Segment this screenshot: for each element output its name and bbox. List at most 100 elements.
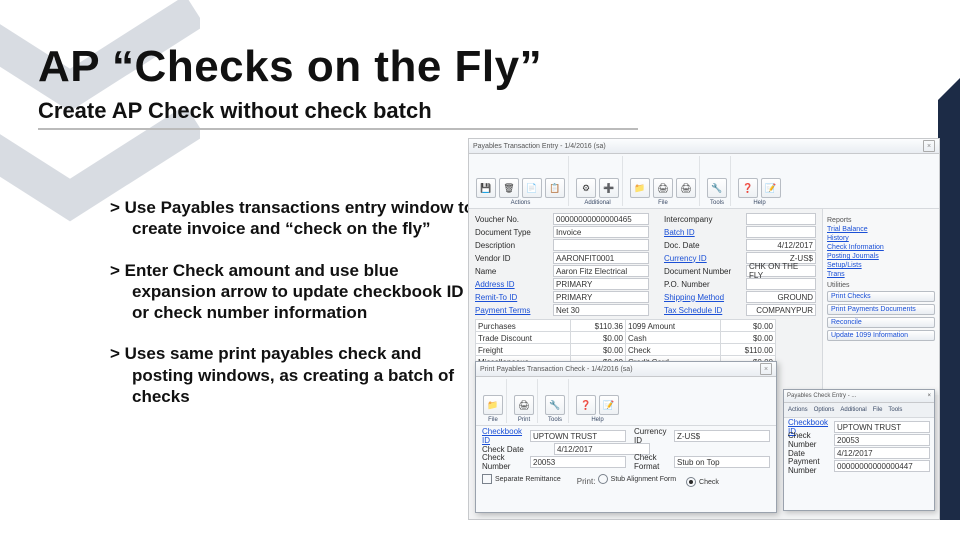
field-value[interactable]: Stub on Top bbox=[674, 456, 770, 468]
dialog-ribbon: 📁 File 🖨 Print 🔧Tools❓📝Help bbox=[476, 377, 776, 426]
print-icon[interactable]: 🖨 bbox=[653, 178, 673, 198]
mini-title: Payables Check Entry - ... bbox=[787, 393, 856, 399]
ribbon-group-label: Help bbox=[753, 200, 765, 206]
ribbon-group: ❓📝Help bbox=[573, 379, 622, 423]
form-row: Document TypeInvoiceBatch ID bbox=[475, 226, 816, 238]
save-icon[interactable]: 💾 bbox=[476, 178, 496, 198]
side-link[interactable]: Trial Balance bbox=[827, 226, 935, 233]
field-value[interactable] bbox=[746, 278, 816, 290]
field-label[interactable]: Batch ID bbox=[664, 228, 746, 237]
print-icon[interactable]: 🖨 bbox=[676, 178, 696, 198]
field-value[interactable]: PRIMARY bbox=[553, 278, 649, 290]
field-value[interactable]: 4/12/2017 bbox=[746, 239, 816, 251]
form-row: Payment TermsNet 30 Tax Schedule IDCOMPAN… bbox=[475, 304, 816, 316]
radio-option[interactable]: Check bbox=[686, 477, 719, 487]
window-titlebar: Payables Transaction Entry - 1/4/2016 (s… bbox=[469, 139, 939, 154]
ribbon-group: 💾🗑📄📋Actions bbox=[473, 156, 569, 206]
field-label[interactable]: Tax Schedule ID bbox=[664, 306, 746, 315]
side-link[interactable]: Setup/Lists bbox=[827, 262, 935, 269]
field-value[interactable]: Net 30 bbox=[553, 304, 649, 316]
ribbon-group-label: File bbox=[488, 417, 498, 423]
field-value[interactable]: 20053 bbox=[834, 434, 930, 446]
side-link[interactable]: Check Information bbox=[827, 244, 935, 251]
print-check-dialog: Print Payables Transaction Check - 1/4/2… bbox=[475, 361, 777, 513]
amount-row: Purchases$110.361099 Amount$0.00 bbox=[475, 319, 816, 331]
file-icon[interactable]: 📁 bbox=[483, 395, 503, 415]
field-value[interactable]: GROUND bbox=[746, 291, 816, 303]
field-value[interactable]: CHK ON THE FLY bbox=[746, 265, 816, 277]
check-entry-window: Payables Check Entry - ... × Actions Opti… bbox=[783, 389, 935, 511]
options-icon[interactable]: ⚙ bbox=[576, 178, 596, 198]
mini-tab[interactable]: Tools bbox=[888, 407, 902, 413]
field-value[interactable]: 00000000000000465 bbox=[553, 213, 649, 225]
mini-tab[interactable]: Actions bbox=[788, 407, 808, 413]
field-value[interactable]: 4/12/2017 bbox=[834, 447, 930, 459]
dialog-title: Print Payables Transaction Check - 1/4/2… bbox=[480, 366, 633, 373]
note-icon[interactable]: 📝 bbox=[761, 178, 781, 198]
note-icon[interactable]: 📝 bbox=[599, 395, 619, 415]
field-label[interactable]: Checkbook ID bbox=[482, 427, 530, 445]
field-label[interactable]: Remit-To ID bbox=[475, 293, 553, 302]
field-value[interactable] bbox=[746, 226, 816, 238]
help-icon[interactable]: ❓ bbox=[738, 178, 758, 198]
amount-row: Freight$0.00Check$110.00 bbox=[475, 343, 816, 355]
additional-icon[interactable]: ➕ bbox=[599, 178, 619, 198]
field-label[interactable]: Payment Terms bbox=[475, 306, 553, 315]
mini-tab[interactable]: File bbox=[873, 407, 883, 413]
side-button[interactable]: Reconcile bbox=[827, 317, 935, 328]
radio-option[interactable]: Stub Alignment Form bbox=[598, 474, 676, 484]
void-icon[interactable]: 📋 bbox=[545, 178, 565, 198]
file-icon[interactable]: 📁 bbox=[630, 178, 650, 198]
mini-tab[interactable]: Additional bbox=[840, 407, 866, 413]
field-label[interactable]: Address ID bbox=[475, 280, 553, 289]
field-value[interactable]: 20053 bbox=[530, 456, 626, 468]
side-button[interactable]: Print Checks bbox=[827, 291, 935, 302]
field-value[interactable]: AARONFIT0001 bbox=[553, 252, 649, 264]
field-value[interactable]: Aaron Fitz Electrical bbox=[553, 265, 649, 277]
dialog-body: Checkbook IDUPTOWN TRUSTCurrency IDZ-US$… bbox=[476, 426, 776, 491]
tools-icon[interactable]: 🔧 bbox=[545, 395, 565, 415]
field-value[interactable]: UPTOWN TRUST bbox=[530, 430, 626, 442]
post-icon[interactable]: 📄 bbox=[522, 178, 542, 198]
close-icon[interactable]: × bbox=[927, 393, 931, 399]
side-panel: Reports Trial Balance History Check Informa… bbox=[822, 209, 939, 395]
field-value[interactable] bbox=[553, 239, 649, 251]
field-label: Document Number bbox=[664, 267, 746, 276]
side-button[interactable]: Print Payments Documents bbox=[827, 304, 935, 315]
field-label[interactable]: Shipping Method bbox=[664, 293, 746, 302]
ribbon-group-label: Print bbox=[518, 417, 530, 423]
side-heading: Reports bbox=[827, 217, 935, 224]
side-link[interactable]: History bbox=[827, 235, 935, 242]
delete-icon[interactable]: 🗑 bbox=[499, 178, 519, 198]
mini-tab[interactable]: Options bbox=[814, 407, 835, 413]
side-link[interactable]: Posting Journals bbox=[827, 253, 935, 260]
side-link[interactable]: Trans bbox=[827, 271, 935, 278]
dialog-row: Check Number20053Check FormatStub on Top bbox=[482, 456, 770, 468]
checkbox-option[interactable]: Separate Remittance bbox=[482, 474, 561, 484]
help-icon[interactable]: ❓ bbox=[576, 395, 596, 415]
field-label: Intercompany bbox=[664, 215, 746, 224]
field-label: Voucher No. bbox=[475, 215, 553, 224]
bullet-item: Uses same print payables check and posti… bbox=[110, 343, 480, 407]
field-label[interactable]: Currency ID bbox=[664, 254, 746, 263]
print-icon[interactable]: 🖨 bbox=[514, 395, 534, 415]
payables-entry-window: Payables Transaction Entry - 1/4/2016 (s… bbox=[468, 138, 940, 520]
print-label: Print: bbox=[577, 477, 596, 486]
tools-icon[interactable]: 🔧 bbox=[707, 178, 727, 198]
ribbon-group: ⚙➕Additional bbox=[573, 156, 623, 206]
field-value[interactable] bbox=[746, 213, 816, 225]
side-heading: Utilities bbox=[827, 282, 935, 289]
field-value[interactable]: UPTOWN TRUST bbox=[834, 421, 930, 433]
side-button[interactable]: Update 1099 Information bbox=[827, 330, 935, 341]
field-value[interactable]: Z-US$ bbox=[674, 430, 770, 442]
field-value[interactable]: 00000000000000447 bbox=[834, 460, 930, 472]
ribbon-group-label: Tools bbox=[710, 200, 724, 206]
field-value[interactable]: COMPANYPUR bbox=[746, 304, 816, 316]
close-icon[interactable]: × bbox=[760, 363, 772, 375]
field-value[interactable]: Invoice bbox=[553, 226, 649, 238]
field-label: Vendor ID bbox=[475, 254, 553, 263]
field-value[interactable]: PRIMARY bbox=[553, 291, 649, 303]
ribbon-group: 🔧Tools bbox=[542, 379, 569, 423]
ribbon-group: 📁🖨🖨File bbox=[627, 156, 700, 206]
close-icon[interactable]: × bbox=[923, 140, 935, 152]
